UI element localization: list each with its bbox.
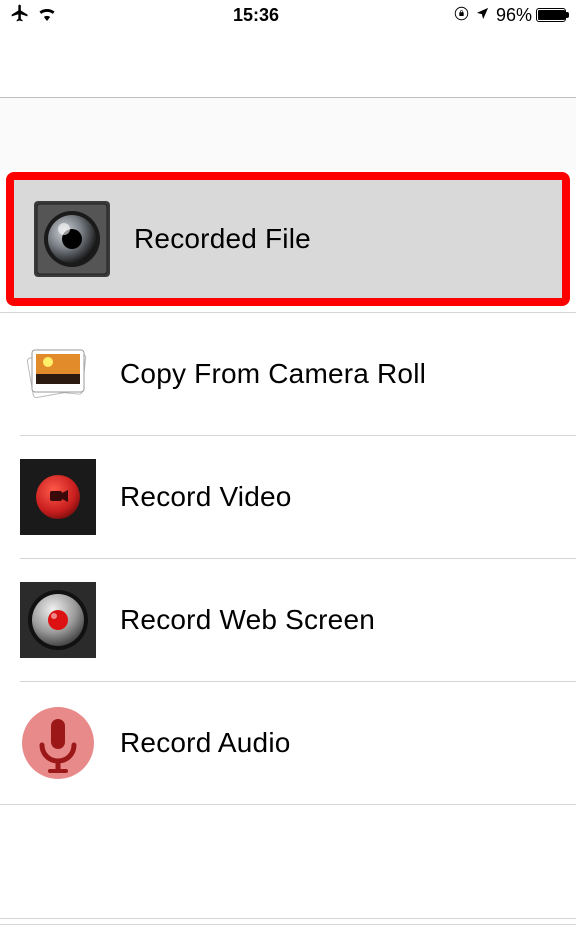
airplane-mode-icon [10, 3, 30, 28]
bottom-separator [0, 918, 576, 919]
battery-percent-label: 96% [496, 5, 532, 26]
microphone-icon [20, 705, 96, 781]
menu-item-label: Recorded File [134, 223, 311, 255]
menu-item-label: Record Video [120, 481, 292, 513]
menu-item-recorded-file[interactable]: Recorded File [6, 172, 570, 306]
battery-indicator: 96% [496, 5, 566, 26]
menu-item-label: Copy From Camera Roll [120, 358, 426, 390]
nav-bar [0, 28, 576, 98]
menu-item-label: Record Web Screen [120, 604, 375, 636]
photo-stack-icon [20, 336, 96, 412]
status-time: 15:36 [233, 5, 279, 26]
status-right: 96% [454, 5, 566, 26]
orientation-lock-icon [454, 5, 469, 26]
menu-item-record-audio[interactable]: Record Audio [0, 682, 576, 804]
battery-fill [538, 10, 565, 20]
wifi-icon [36, 5, 58, 26]
battery-icon [536, 8, 566, 22]
menu-item-record-video[interactable]: Record Video [0, 436, 576, 558]
location-icon [475, 5, 490, 26]
menu-item-record-web-screen[interactable]: Record Web Screen [0, 559, 576, 681]
camera-lens-icon [34, 201, 110, 277]
record-button-icon [20, 582, 96, 658]
status-left [10, 3, 58, 28]
content-gap [0, 98, 576, 170]
menu-item-copy-from-camera-roll[interactable]: Copy From Camera Roll [0, 313, 576, 435]
menu-list: Recorded File Copy From Camera Roll [0, 172, 576, 805]
record-video-icon [20, 459, 96, 535]
status-bar: 15:36 96% [0, 0, 576, 28]
menu-item-label: Record Audio [120, 727, 291, 759]
